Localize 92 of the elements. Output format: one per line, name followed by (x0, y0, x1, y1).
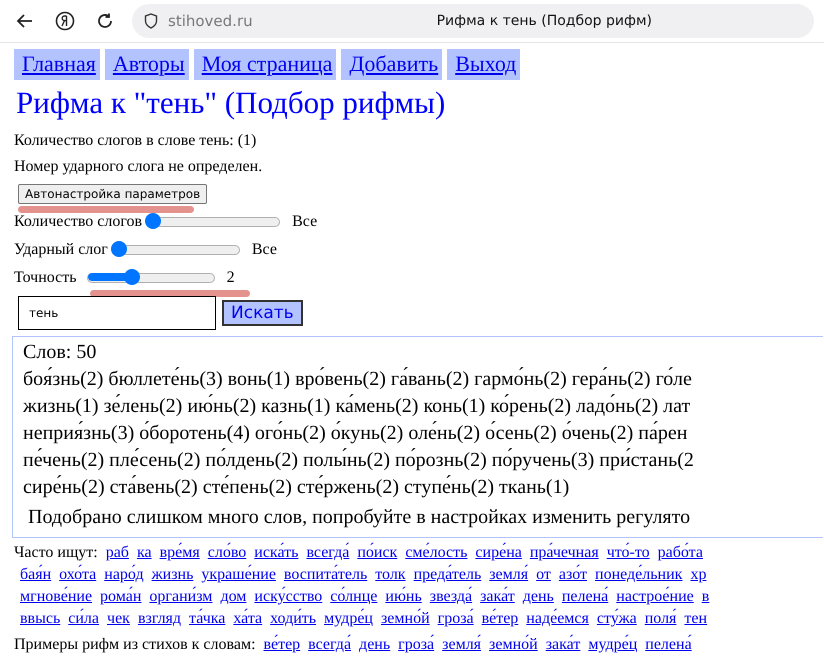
word-link[interactable]: бая́н (20, 564, 52, 586)
word-link[interactable]: со́лнце (330, 586, 378, 608)
word-link[interactable]: ка (136, 542, 152, 564)
search-field[interactable]: тень (18, 296, 216, 330)
word-link[interactable]: преда́тель (414, 564, 482, 586)
word-link[interactable]: земно́й (380, 608, 430, 630)
word-link[interactable]: земно́й (489, 634, 538, 656)
word-link[interactable]: воспита́тель (284, 564, 368, 586)
word-link[interactable]: тен (684, 608, 708, 630)
word-link[interactable]: мгнове́ние (20, 586, 92, 608)
word-link[interactable]: наде́емся (526, 608, 589, 630)
word-link[interactable]: зака́т (546, 634, 580, 656)
word-link[interactable]: зака́т (480, 586, 515, 608)
word-link[interactable]: всегда́ (306, 542, 350, 564)
word-link[interactable]: иска́ть (254, 542, 298, 564)
word-link[interactable]: иску́сство (254, 586, 322, 608)
word-link[interactable]: мудре́ц (588, 634, 638, 656)
nav-link[interactable]: Выход (447, 49, 520, 80)
word-link[interactable]: от (536, 564, 551, 586)
rhyme-list-line: неприя́знь(3) о́боротень(4) ого́нь(2) о́кунь(2) оле́нь(2) о́сень(2) о́чень(2) па́рен (23, 420, 688, 446)
nav-link[interactable]: Моя страница (194, 49, 336, 80)
nav-link[interactable]: Авторы (104, 49, 189, 80)
nav-link[interactable]: Добавить (341, 49, 442, 80)
word-count: Слов: 50 (23, 340, 98, 365)
shield-icon (144, 13, 158, 29)
word-link[interactable]: звезда́ (430, 586, 472, 608)
word-link[interactable]: сире́на (475, 542, 522, 564)
word-link[interactable]: дом (220, 586, 246, 608)
word-link[interactable]: хр (690, 564, 706, 586)
word-link[interactable]: органи́зм (149, 586, 212, 608)
word-link[interactable]: та́чка (189, 608, 226, 630)
word-link[interactable]: сту́жа (596, 608, 637, 630)
url-text: stihoved.ru (168, 12, 253, 30)
word-link[interactable]: рома́н (100, 586, 142, 608)
word-link[interactable]: вре́мя (160, 542, 200, 564)
word-link[interactable]: си́ла (68, 608, 100, 630)
slider-value: Все (252, 241, 277, 259)
word-link[interactable]: настрое́ние (616, 586, 694, 608)
word-link[interactable]: день (359, 634, 390, 656)
word-link[interactable]: поля́ (644, 608, 676, 630)
word-link[interactable]: охо́та (59, 564, 96, 586)
word-link[interactable]: ввысь (20, 608, 60, 630)
word-link[interactable]: всегда́ (308, 634, 352, 656)
word-link[interactable]: раб (106, 542, 129, 564)
examples-label: Примеры рифм из стихов к словам: (14, 635, 256, 655)
word-link[interactable]: украше́ние (201, 564, 276, 586)
word-link[interactable]: день (522, 586, 554, 608)
address-bar[interactable]: stihoved.ru Рифма к тень (Подбор рифм) (132, 4, 814, 38)
word-link[interactable]: по́иск (357, 542, 398, 564)
page-title: Рифма к тень (Подбор рифм) (436, 13, 652, 29)
word-link[interactable]: рабо́та (658, 542, 703, 564)
word-link[interactable]: жизнь (152, 564, 194, 586)
rhyme-list-line: жизнь(1) зе́лень(2) ию́нь(2) казнь(1) ка́мень(2) конь(1) ко́рень(2) ладо́нь(2) лат (23, 393, 692, 419)
info-text: Количество слогов в слове тень: (1) (14, 131, 258, 151)
word-link[interactable]: ходи́ть (270, 608, 316, 630)
word-link[interactable]: что́-то (606, 542, 650, 564)
word-link[interactable]: толк (375, 564, 406, 586)
page-heading: Рифма к "тень" (Подбор рифмы) (16, 84, 446, 122)
word-link[interactable]: азо́т (558, 564, 588, 586)
word-link[interactable]: взгляд (138, 608, 182, 630)
word-link[interactable]: понеде́льник (595, 564, 682, 586)
word-link[interactable]: гроза́ (438, 608, 474, 630)
word-link[interactable]: чек (107, 608, 130, 630)
word-link[interactable]: ве́тер (482, 608, 518, 630)
search-button[interactable]: Искать (222, 300, 303, 326)
word-link[interactable]: земля́ (489, 564, 528, 586)
word-link[interactable]: ха́та (233, 608, 262, 630)
word-link[interactable]: сме́лость (405, 542, 468, 564)
word-link[interactable]: сло́во (208, 542, 246, 564)
word-link[interactable]: пелена́ (645, 634, 692, 656)
slider-value: 2 (226, 269, 235, 287)
autotune-button[interactable]: Автонастройка параметров (18, 184, 208, 204)
word-link[interactable]: мудре́ц (324, 608, 373, 630)
word-link[interactable]: гроза́ (398, 634, 434, 656)
info-text: Номер ударного слога не определен. (14, 157, 264, 177)
slider-label: Количество слогов (14, 213, 142, 231)
rhyme-list-line: пе́чень(2) пле́сень(2) по́лдень(2) полы́нь(2) по́рознь(2) по́ручень(3) при́стань(2 (23, 447, 695, 473)
word-link[interactable]: в (702, 586, 710, 608)
rhyme-list-line: сире́нь(2) ста́вень(2) сте́пень(2) сте́ржень(2) ступе́нь(2) ткань(1) (23, 474, 570, 500)
rhyme-list-line: бoя́знь(2) бюллете́нь(3) вонь(1) вро́вень(2) га́вань(2) гармо́нь(2) гера́нь(2) го́ле (23, 366, 693, 392)
slider-label: Точность (14, 269, 77, 287)
word-link[interactable]: ию́нь (385, 586, 422, 608)
nav-link[interactable]: Главная (14, 49, 100, 80)
word-link[interactable]: земля́ (442, 634, 482, 656)
word-link[interactable]: пелена́ (562, 586, 608, 608)
often-searched-label: Часто ищут: (14, 543, 98, 563)
slider-label: Ударный слог (14, 241, 108, 259)
word-link[interactable]: наро́д (104, 564, 144, 586)
notice-text: Подобрано слишком много слов, попробуйте в настройках изменить регулято (27, 505, 692, 530)
word-link[interactable]: пра́чечная (530, 542, 599, 564)
slider-value: Все (292, 213, 318, 231)
word-link[interactable]: ве́тер (264, 634, 300, 656)
